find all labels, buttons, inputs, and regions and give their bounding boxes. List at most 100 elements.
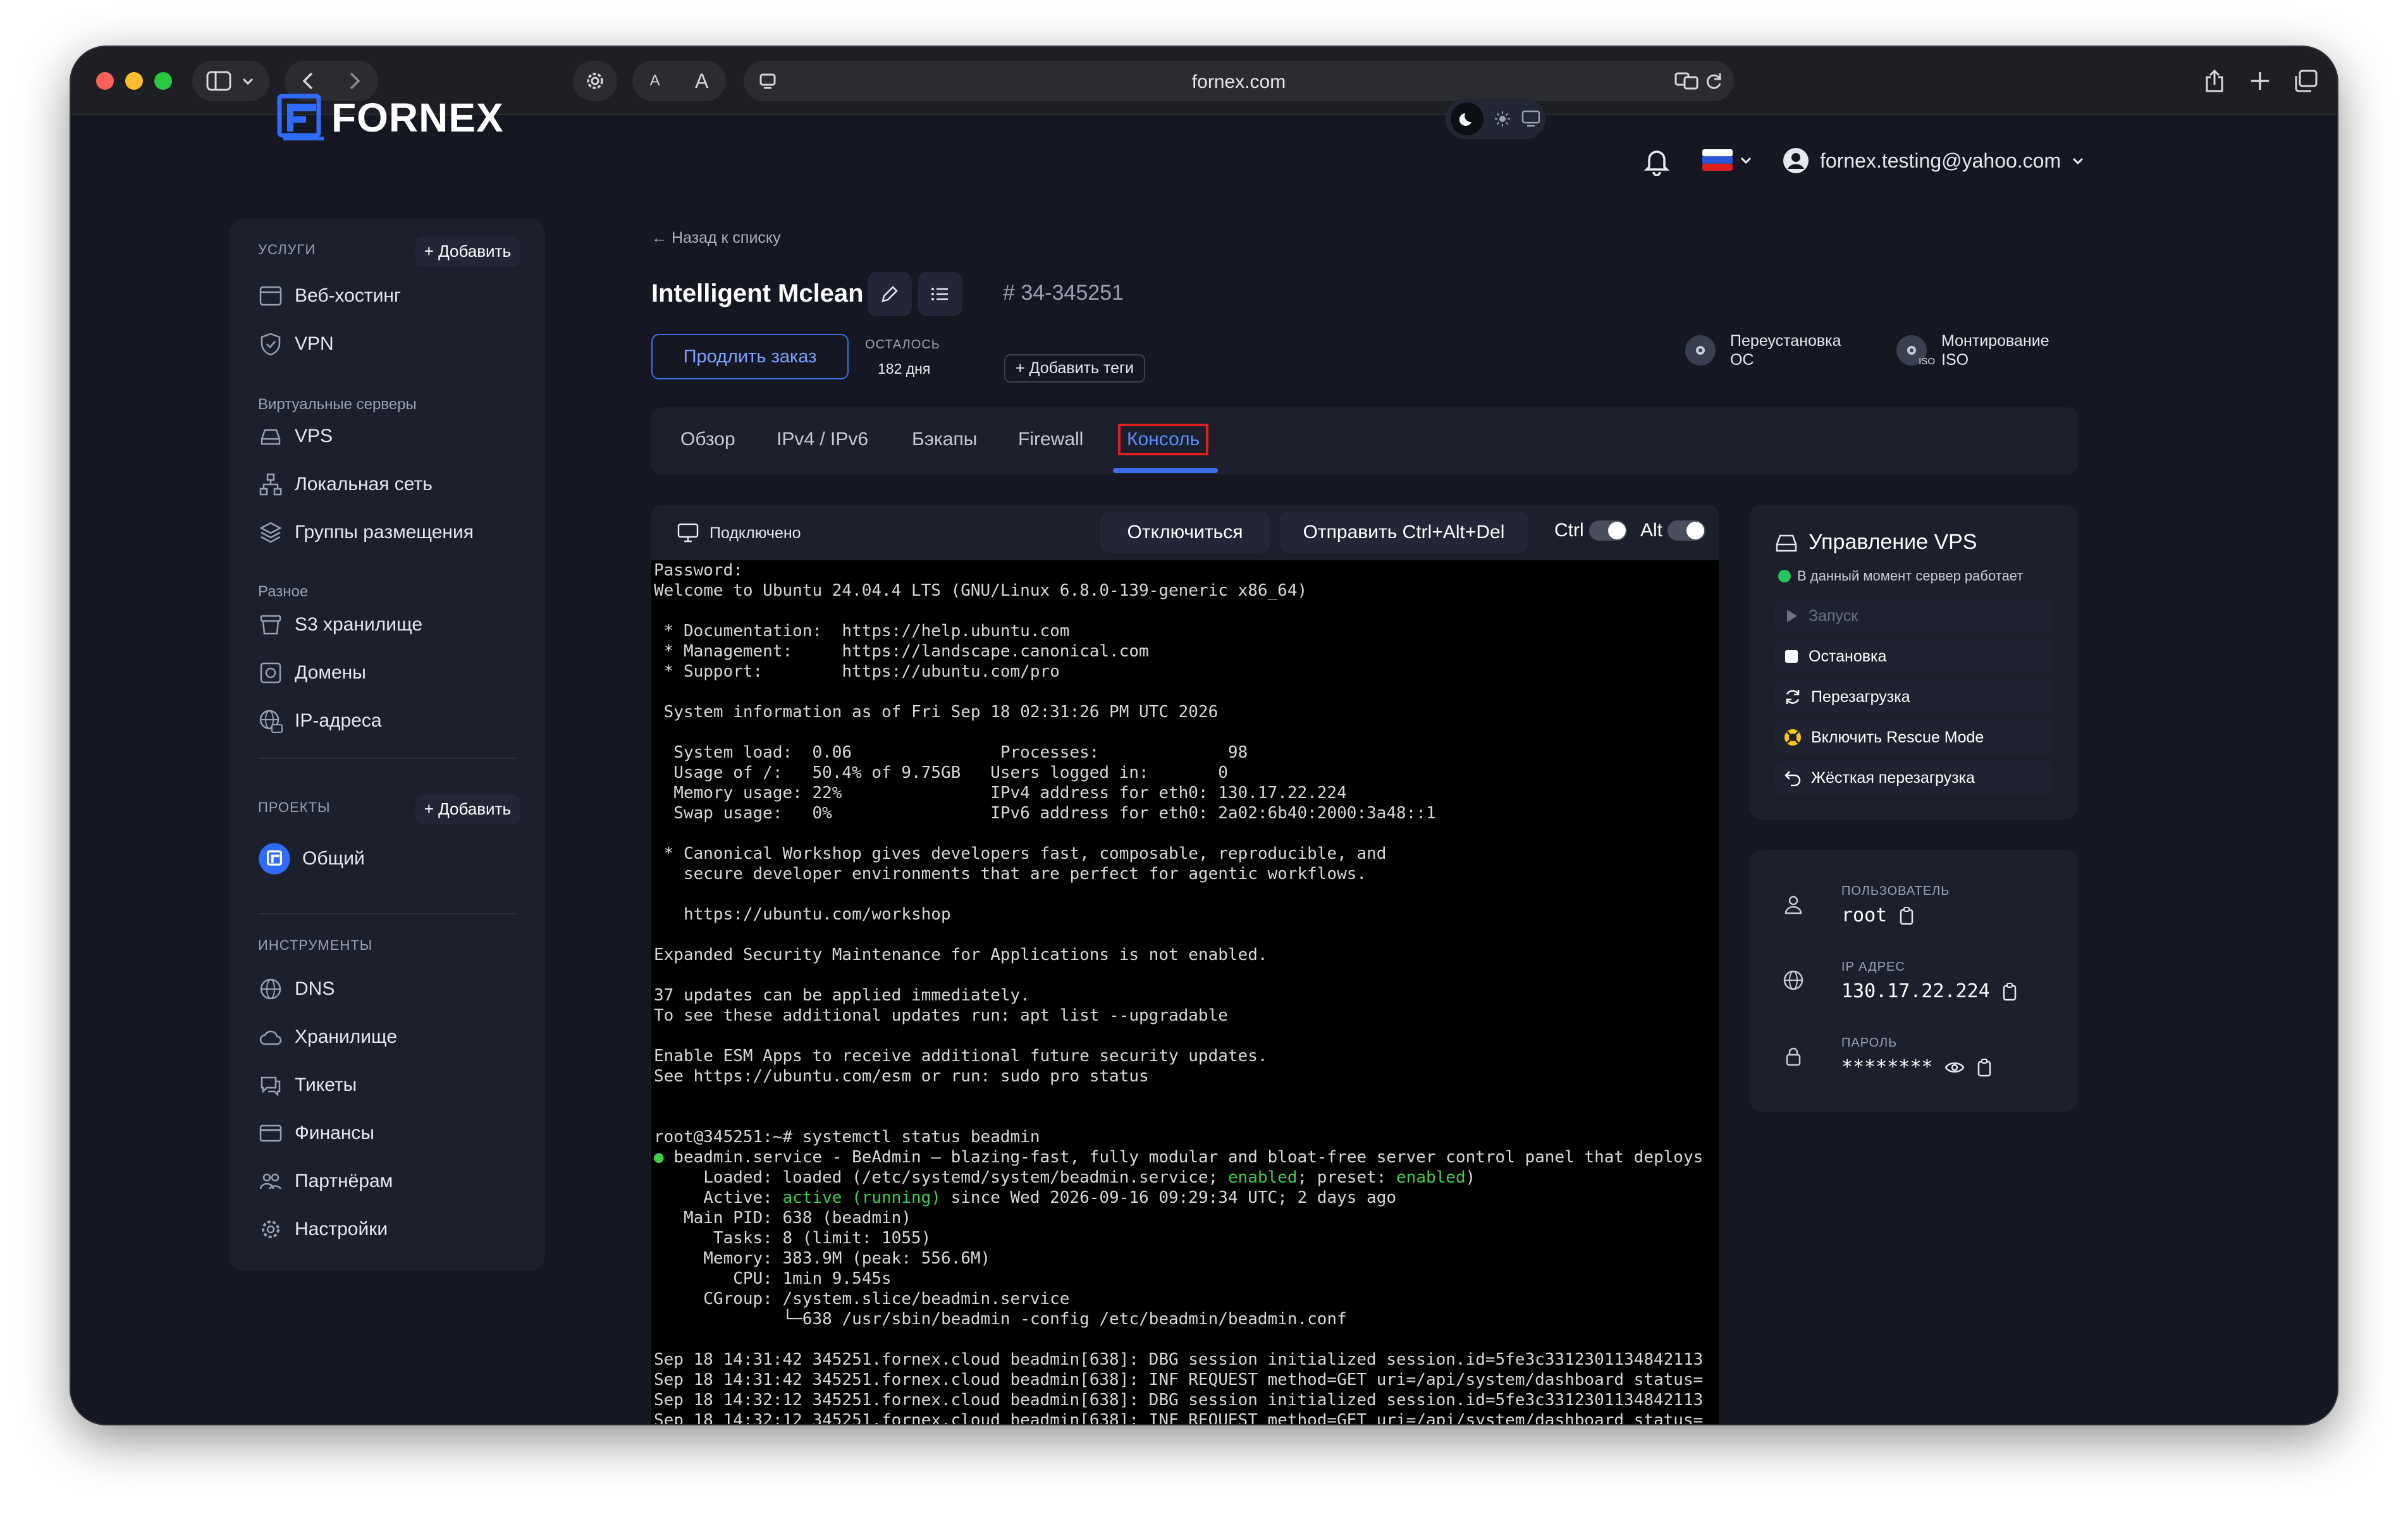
projects-section-title: ПРОЕКТЫ	[258, 799, 331, 815]
user-avatar-icon	[1783, 148, 1809, 173]
tab-firewall[interactable]: Firewall	[1018, 429, 1083, 450]
mount-label: Монтирование	[1941, 332, 2049, 350]
sidebar-item-web-hosting[interactable]: Веб-хостинг	[258, 283, 401, 309]
add-tags-button[interactable]: + Добавить теги	[1004, 354, 1146, 383]
user-email: fornex.testing@yahoo.com	[1820, 149, 2061, 172]
sidebar-item-label: S3 хранилище	[295, 614, 423, 635]
renew-order-button[interactable]: Продлить заказ	[651, 334, 849, 379]
theme-switcher[interactable]	[1446, 99, 1545, 139]
rescue-mode-label: Включить Rescue Mode	[1811, 728, 1984, 746]
active-suffix: since Wed 2026-09-16 09:29:34 UTC; 2 day…	[940, 1188, 1397, 1207]
close-window-button[interactable]	[96, 72, 114, 90]
language-selector[interactable]	[1702, 149, 1753, 171]
eye-icon[interactable]	[1944, 1059, 1965, 1076]
start-button[interactable]: Запуск	[1774, 600, 2053, 632]
reboot-button[interactable]: Перезагрузка	[1774, 680, 2053, 713]
tab-overview[interactable]: Обзор	[680, 429, 735, 450]
settings-button[interactable]	[573, 61, 617, 101]
sidebar-item-vpn[interactable]: VPN	[258, 331, 334, 357]
tab-backups[interactable]: Бэкапы	[912, 429, 977, 450]
back-icon[interactable]	[299, 71, 317, 91]
sidebar-item-finances[interactable]: Финансы	[258, 1121, 374, 1146]
user-menu[interactable]: fornex.testing@yahoo.com	[1782, 147, 2085, 175]
dark-theme-option[interactable]	[1451, 102, 1484, 135]
running-status-dot	[1778, 570, 1791, 582]
sidebar-item-placement-groups[interactable]: Группы размещения	[258, 520, 474, 545]
rescue-mode-button[interactable]: Включить Rescue Mode	[1774, 721, 2053, 754]
misc-section-title: Разное	[258, 583, 309, 600]
fornex-logo[interactable]: FORNEX	[276, 92, 504, 143]
sidebar-item-ip-addresses[interactable]: IP-адреса	[258, 708, 382, 734]
terminal-output: Password: Welcome to Ubuntu 24.04.4 LTS …	[654, 561, 1436, 1147]
add-service-button[interactable]: + Добавить	[415, 237, 520, 266]
sidebar-item-label: Домены	[295, 662, 366, 683]
mount-label-iso: ISO	[1941, 351, 1969, 369]
sidebar-item-label: Партнёрам	[295, 1171, 393, 1191]
gear-icon	[262, 1221, 280, 1238]
sidebar-item-label: Хранилище	[295, 1026, 397, 1047]
details-list-button[interactable]	[918, 272, 962, 316]
sidebar-item-tickets[interactable]: Тикеты	[258, 1073, 357, 1098]
ctrl-switch[interactable]	[1588, 520, 1627, 541]
sidebar-item-vps[interactable]: VPS	[258, 424, 333, 449]
layers-icon	[259, 522, 282, 543]
sidebar-item-local-network[interactable]: Локальная сеть	[258, 472, 433, 497]
sidebar-item-project-general[interactable]: Общий	[258, 842, 365, 875]
copy-icon[interactable]	[1898, 906, 1915, 925]
back-to-list-link[interactable]: ← Назад к списку	[651, 229, 781, 247]
reinstall-os-button[interactable]: Переустановка ОС	[1683, 331, 1841, 369]
share-icon	[2206, 69, 2223, 92]
tab-overview-button[interactable]	[2287, 61, 2325, 101]
hard-reboot-button[interactable]: Жёсткая перезагрузка	[1774, 761, 2053, 794]
stop-button[interactable]: Остановка	[1774, 640, 2053, 673]
zoom-window-button[interactable]	[154, 72, 172, 90]
sidebar-item-s3-storage[interactable]: S3 хранилище	[258, 612, 422, 637]
ctrl-toggle[interactable]: Ctrl	[1554, 520, 1627, 541]
send-ctrl-alt-del-button[interactable]: Отправить Ctrl+Alt+Del	[1280, 512, 1528, 553]
address-bar[interactable]: fornex.com	[744, 61, 1734, 101]
sun-icon[interactable]	[1494, 111, 1511, 127]
alt-toggle[interactable]: Alt	[1640, 520, 1706, 541]
sidebar-item-settings[interactable]: Настройки	[258, 1217, 388, 1242]
notifications-bell-icon[interactable]	[1643, 147, 1671, 176]
tab-ipv4-ipv6[interactable]: IPv4 / IPv6	[777, 429, 868, 450]
sidebar-item-storage[interactable]: Хранилище	[258, 1024, 397, 1050]
minimize-window-button[interactable]	[125, 72, 143, 90]
bucket-icon	[260, 615, 281, 635]
disconnect-button[interactable]: Отключиться	[1100, 512, 1270, 553]
loaded-line: Loaded: loaded (/etc/systemd/system/bead…	[651, 1167, 1719, 1188]
forward-icon[interactable]	[346, 71, 364, 91]
globe-ip-icon	[259, 710, 283, 733]
people-icon	[259, 1173, 282, 1190]
network-icon	[259, 473, 282, 496]
sidebar-item-label: Тикеты	[295, 1074, 357, 1095]
copy-icon[interactable]	[1976, 1058, 1993, 1077]
copy-icon[interactable]	[2001, 982, 2018, 1001]
new-tab-button[interactable]	[2241, 61, 2279, 101]
user-value: root	[1841, 904, 1888, 926]
add-project-button[interactable]: + Добавить	[415, 794, 520, 824]
sidebar-toggle-button[interactable]	[192, 61, 269, 101]
translate-icon[interactable]	[1674, 71, 1698, 91]
plus-icon	[2251, 72, 2269, 90]
sidebar-item-domains[interactable]: Домены	[258, 660, 366, 686]
monitor-icon[interactable]	[1521, 110, 1540, 128]
edit-name-button[interactable]	[868, 272, 912, 316]
sidebar-item-partners[interactable]: Партнёрам	[258, 1169, 393, 1194]
font-smaller-button[interactable]: A	[650, 72, 660, 90]
share-button[interactable]	[2196, 61, 2233, 101]
tab-console[interactable]: Консоль	[1118, 424, 1209, 455]
sidebar: УСЛУГИ + Добавить Веб-хостинг VPN Виртуа…	[229, 219, 545, 1271]
terminal-screen[interactable]: Password: Welcome to Ubuntu 24.04.4 LTS …	[651, 560, 1719, 1424]
monitor-icon	[677, 523, 699, 543]
sidebar-item-label: VPN	[295, 333, 334, 354]
alt-switch[interactable]	[1668, 520, 1706, 541]
font-larger-button[interactable]: A	[695, 70, 708, 93]
start-label: Запуск	[1809, 606, 1858, 625]
undo-icon	[1784, 771, 1801, 787]
sidebar-item-dns[interactable]: DNS	[258, 976, 335, 1002]
reload-icon[interactable]	[1704, 71, 1724, 91]
mount-iso-button[interactable]: ISO Монтирование ISO	[1895, 331, 2049, 369]
service-description: beadmin.service - BeAdmin – blazing-fast…	[663, 1148, 1704, 1167]
server-status-text: В данный момент сервер работает	[1797, 568, 2024, 584]
